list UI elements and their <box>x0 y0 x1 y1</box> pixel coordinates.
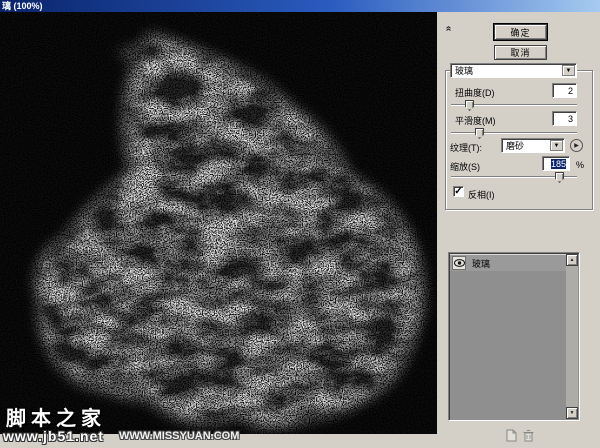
new-layer-icon <box>504 429 519 442</box>
flyout-arrow-icon: ▶ <box>574 142 579 149</box>
delete-effect-layer-button[interactable] <box>522 429 537 442</box>
effect-list-scrollbar[interactable]: ▲ ▼ <box>566 254 578 419</box>
effect-layer-name: 玻璃 <box>472 257 490 270</box>
check-icon: ✓ <box>454 186 462 197</box>
scaling-value-selected: 185 <box>551 159 566 169</box>
chevron-down-icon[interactable]: ▼ <box>562 65 575 76</box>
filter-preview[interactable] <box>0 12 437 434</box>
scaling-input[interactable]: 185 <box>542 156 570 171</box>
watermark-site1: www.jb51.net <box>3 428 104 444</box>
scaling-label: 缩放(S) <box>450 160 480 173</box>
effect-layer-row[interactable]: 玻璃 <box>450 254 566 271</box>
effect-layers-panel: 玻璃 ▲ ▼ <box>448 252 580 421</box>
texture-flyout-button[interactable]: ▶ <box>570 139 583 152</box>
cancel-button[interactable]: 取消 <box>494 45 547 60</box>
smoothness-input[interactable]: 3 <box>552 111 577 126</box>
distortion-label: 扭曲度(D) <box>455 86 495 99</box>
filter-gallery-dialog: { "window": { "title": "璃 (100%)" }, "di… <box>0 0 600 448</box>
filter-controls-panel: « 确定 取消 玻璃 ▼ 扭曲度(D) 2 平滑度(M) 3 纹理(T): 磨砂… <box>437 12 600 448</box>
watermark-brand: 脚本之家 <box>6 402 106 431</box>
filter-type-dropdown[interactable]: 玻璃 ▼ <box>450 63 577 78</box>
new-effect-layer-button[interactable] <box>504 429 519 442</box>
trash-icon <box>522 429 535 442</box>
distortion-input[interactable]: 2 <box>552 83 577 98</box>
visibility-toggle[interactable] <box>452 256 466 270</box>
distortion-slider[interactable] <box>451 104 577 106</box>
preview-texture-image <box>0 12 437 434</box>
filter-type-value: 玻璃 <box>455 64 473 77</box>
texture-dropdown[interactable]: 磨砂 ▼ <box>501 138 565 153</box>
collapse-panel-icon[interactable]: « <box>443 23 454 34</box>
scroll-up-icon: ▲ <box>570 257 575 263</box>
invert-checkbox[interactable]: ✓ <box>453 186 464 197</box>
scroll-down-button[interactable]: ▼ <box>566 407 578 419</box>
ok-button[interactable]: 确定 <box>494 24 547 40</box>
chevron-down-icon[interactable]: ▼ <box>550 140 563 151</box>
smoothness-slider[interactable] <box>451 132 577 134</box>
watermark-site2: WWW.MISSYUAN.COM <box>119 430 239 442</box>
scaling-unit: % <box>576 160 584 170</box>
eye-icon <box>454 259 465 267</box>
scaling-slider[interactable] <box>451 176 577 178</box>
window-title: 璃 (100%) <box>2 1 43 11</box>
texture-label: 纹理(T): <box>450 141 482 154</box>
smoothness-label: 平滑度(M) <box>455 114 496 127</box>
texture-value: 磨砂 <box>506 139 524 152</box>
window-titlebar[interactable]: 璃 (100%) <box>0 0 600 12</box>
scroll-up-button[interactable]: ▲ <box>566 254 578 266</box>
invert-label: 反相(I) <box>468 188 495 201</box>
scroll-down-icon: ▼ <box>570 410 575 416</box>
